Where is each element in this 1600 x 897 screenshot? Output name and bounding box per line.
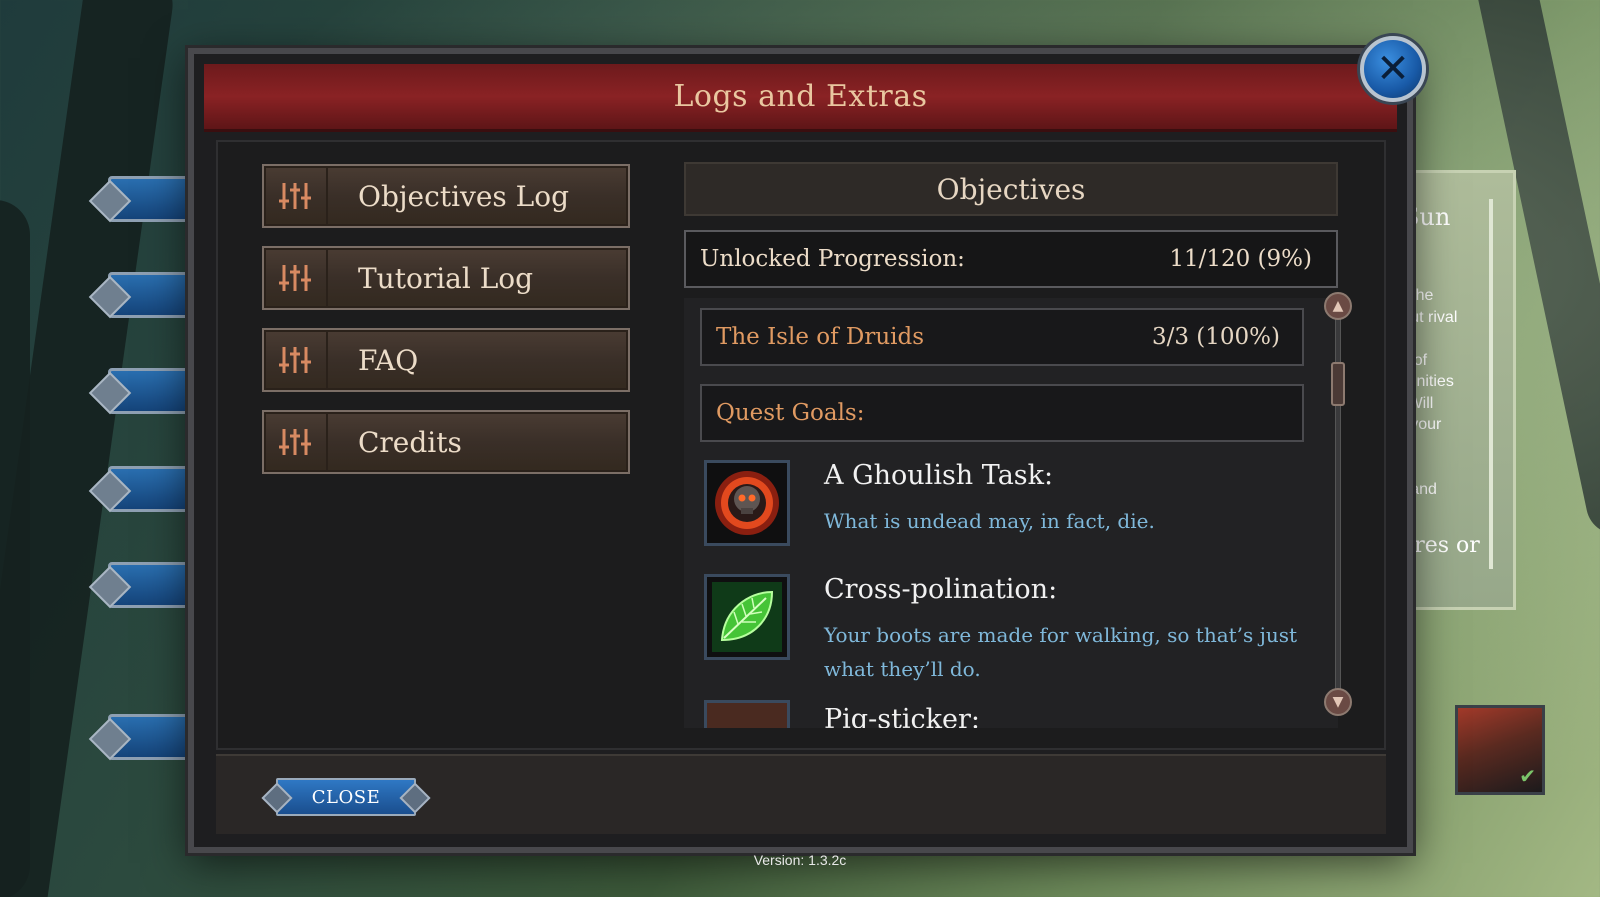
objectives-log-button[interactable]: Objectives Log [262,164,630,228]
faq-label: FAQ [358,343,419,377]
side-tab-2[interactable] [108,272,198,318]
sliders-icon [264,412,328,472]
tutorial-log-label: Tutorial Log [358,261,534,295]
version-label: Version: 1.3.2c [753,852,847,868]
unlocked-progression-row: Unlocked Progression: 11/120 (9%) [684,230,1338,288]
close-icon[interactable]: ✕ [1360,36,1426,102]
credits-label: Credits [358,425,462,459]
faq-button[interactable]: FAQ [262,328,630,392]
scroll-up-icon[interactable]: ▲ [1324,292,1352,320]
side-tab-6[interactable] [108,714,198,760]
skull-fire-icon [704,460,790,546]
modal-footer: CLOSE [216,754,1386,834]
progression-label: Unlocked Progression: [700,246,965,272]
close-button[interactable]: CLOSE [276,778,416,816]
quest-title: Cross-polination: [824,574,1058,605]
region-progress: 3/3 (100%) [1151,324,1280,350]
side-tab-5[interactable] [108,562,198,608]
quest-title: A Ghoulish Task: [824,460,1054,491]
side-tab-4[interactable] [108,466,198,512]
region-row[interactable]: The Isle of Druids 3/3 (100%) [700,308,1304,366]
background-panel-scrollbar [1489,199,1493,569]
sliders-icon [264,166,328,226]
logs-and-extras-modal: Logs and Extras Objectives Log Tutorial … [188,48,1413,853]
side-tab-3[interactable] [108,368,198,414]
side-tab-1[interactable] [108,176,198,222]
sliders-icon [264,248,328,308]
modal-content: Objectives Log Tutorial Log FAQ Credits … [216,140,1386,750]
tutorial-log-button[interactable]: Tutorial Log [262,246,630,310]
quest-description: What is undead may, in fact, die. [824,509,1155,533]
objectives-header: Objectives [684,162,1338,216]
objectives-scrollbar[interactable]: ▲ ▼ [1324,292,1352,722]
quest-description: Your boots are made for walking, so that… [824,623,1298,681]
warrior-icon [704,700,790,728]
quest-goals-row: Quest Goals: [700,384,1304,442]
character-portrait[interactable]: ✔ [1455,705,1545,795]
leaf-icon [704,574,790,660]
objectives-log-label: Objectives Log [358,179,570,213]
region-name: The Isle of Druids [716,324,925,350]
modal-header: Logs and Extras [204,64,1397,132]
quest-goals-label: Quest Goals: [716,400,865,426]
sliders-icon [264,330,328,390]
quest-title: Pig-sticker: [824,704,981,728]
progression-value: 11/120 (9%) [1169,246,1312,272]
scrollbar-thumb[interactable] [1331,362,1345,406]
modal-title: Logs and Extras [673,79,928,114]
credits-button[interactable]: Credits [262,410,630,474]
checkmark-icon: ✔ [1519,764,1536,788]
objectives-list[interactable]: The Isle of Druids 3/3 (100%) Quest Goal… [684,298,1338,728]
scroll-down-icon[interactable]: ▼ [1324,688,1352,716]
